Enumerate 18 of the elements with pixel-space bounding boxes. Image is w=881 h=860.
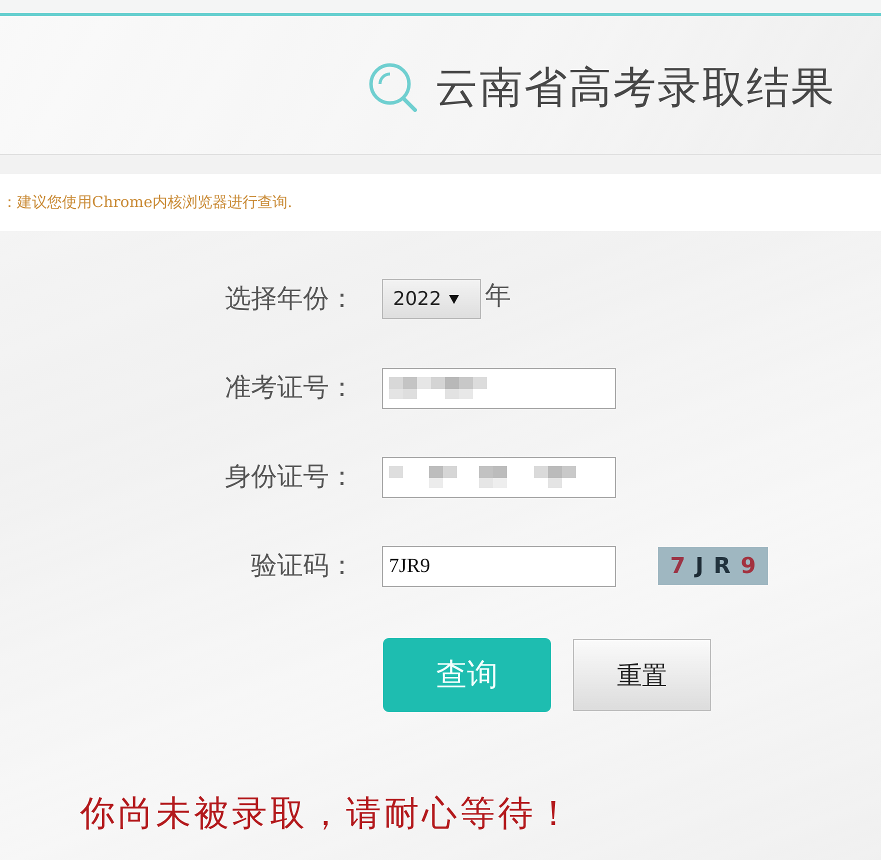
page-title: 云南省高考录取结果 (435, 62, 836, 115)
caret-icon (449, 294, 460, 304)
year-unit-label: 年 (485, 280, 511, 313)
captcha-image: 7 J R 9 (658, 547, 768, 585)
notice-text: ：建议您使用Chrome内核浏览器进行查询. (1, 193, 292, 212)
input-field[interactable] (382, 368, 616, 408)
input-field[interactable] (382, 456, 616, 498)
pixelated-redaction-icon (389, 377, 487, 399)
field-label: 准考证号： (225, 372, 355, 405)
reset-button[interactable]: 重置 (573, 639, 711, 711)
year-select[interactable]: 2022 (382, 279, 481, 319)
field-label: 身份证号： (225, 461, 355, 494)
field-label: 选择年份： (225, 283, 355, 316)
search-icon (368, 62, 418, 114)
captcha-input-field[interactable]: 7JR9 (382, 546, 616, 586)
result-message: 你尚未被录取，请耐心等待！ (80, 793, 575, 836)
field-label: 验证码： (251, 550, 355, 583)
pixelated-redaction-icon (389, 466, 576, 488)
